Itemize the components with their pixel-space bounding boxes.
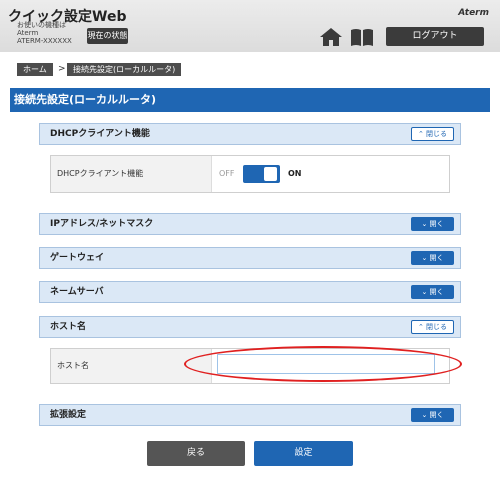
section-ip-netmask: IPアドレス/ネットマスク ⌄ 開く — [39, 213, 461, 235]
dhcp-close-label: 閉じる — [426, 130, 448, 138]
section-hostname: ホスト名 ⌃ 閉じる — [39, 316, 461, 338]
page-title: 接続先設定(ローカルルータ) — [10, 88, 490, 112]
gateway-open-label: 開く — [429, 254, 444, 262]
back-button[interactable]: 戻る — [147, 441, 245, 466]
current-status-button[interactable]: 現在の状態 — [87, 28, 128, 44]
hostname-label-cell: ホスト名 — [51, 349, 212, 383]
home-icon[interactable] — [320, 28, 342, 46]
toggle-knob[interactable] — [264, 167, 277, 181]
logout-button[interactable]: ログアウト — [386, 27, 484, 46]
section-extended-label: 拡張設定 — [50, 410, 87, 420]
dhcp-close-button[interactable]: ⌃ 閉じる — [411, 127, 454, 141]
section-extended: 拡張設定 ⌄ 開く — [39, 404, 461, 426]
dhcp-panel: DHCPクライアント機能 OFF ON — [50, 155, 450, 193]
hostname-panel: ホスト名 — [50, 348, 450, 384]
section-gateway: ゲートウェイ ⌄ 開く — [39, 247, 461, 269]
extended-open-label: 開く — [429, 411, 444, 419]
ip-open-label: 開く — [429, 220, 444, 228]
nameserver-open-label: 開く — [429, 288, 444, 296]
section-dhcp-label: DHCPクライアント機能 — [50, 129, 150, 139]
hostname-input[interactable] — [217, 354, 435, 374]
dhcp-field-label: DHCPクライアント機能 — [57, 169, 144, 178]
breadcrumb-current: 接続先設定(ローカルルータ) — [67, 63, 182, 76]
section-nameserver: ネームサーバ ⌄ 開く — [39, 281, 461, 303]
toggle-on-label: ON — [288, 169, 302, 178]
nameserver-open-button[interactable]: ⌄ 開く — [411, 285, 454, 299]
dhcp-label-cell: DHCPクライアント機能 — [51, 156, 212, 192]
book-icon[interactable] — [350, 28, 374, 46]
model-line: Aterm — [17, 29, 39, 37]
dhcp-toggle[interactable]: OFF ON — [219, 165, 329, 183]
section-ip-label: IPアドレス/ネットマスク — [50, 219, 154, 229]
toggle-off-label: OFF — [219, 169, 235, 178]
breadcrumb-separator: > — [58, 64, 66, 74]
set-button[interactable]: 設定 — [254, 441, 353, 466]
model-label: お使いの機種は — [17, 21, 66, 29]
section-hostname-label: ホスト名 — [50, 322, 87, 332]
brand-logo: Aterm — [458, 8, 489, 18]
gateway-open-button[interactable]: ⌄ 開く — [411, 251, 454, 265]
toggle-track[interactable] — [243, 165, 280, 183]
section-gateway-label: ゲートウェイ — [50, 253, 105, 263]
breadcrumb-home[interactable]: ホーム — [17, 63, 53, 76]
extended-open-button[interactable]: ⌄ 開く — [411, 408, 454, 422]
hostname-close-button[interactable]: ⌃ 閉じる — [411, 320, 454, 334]
hostname-close-label: 閉じる — [426, 323, 448, 331]
ip-open-button[interactable]: ⌄ 開く — [411, 217, 454, 231]
section-dhcp: DHCPクライアント機能 ⌃ 閉じる — [39, 123, 461, 145]
model-id: ATERM-XXXXXX — [17, 37, 72, 45]
hostname-field-label: ホスト名 — [57, 361, 89, 370]
section-nameserver-label: ネームサーバ — [50, 287, 104, 297]
